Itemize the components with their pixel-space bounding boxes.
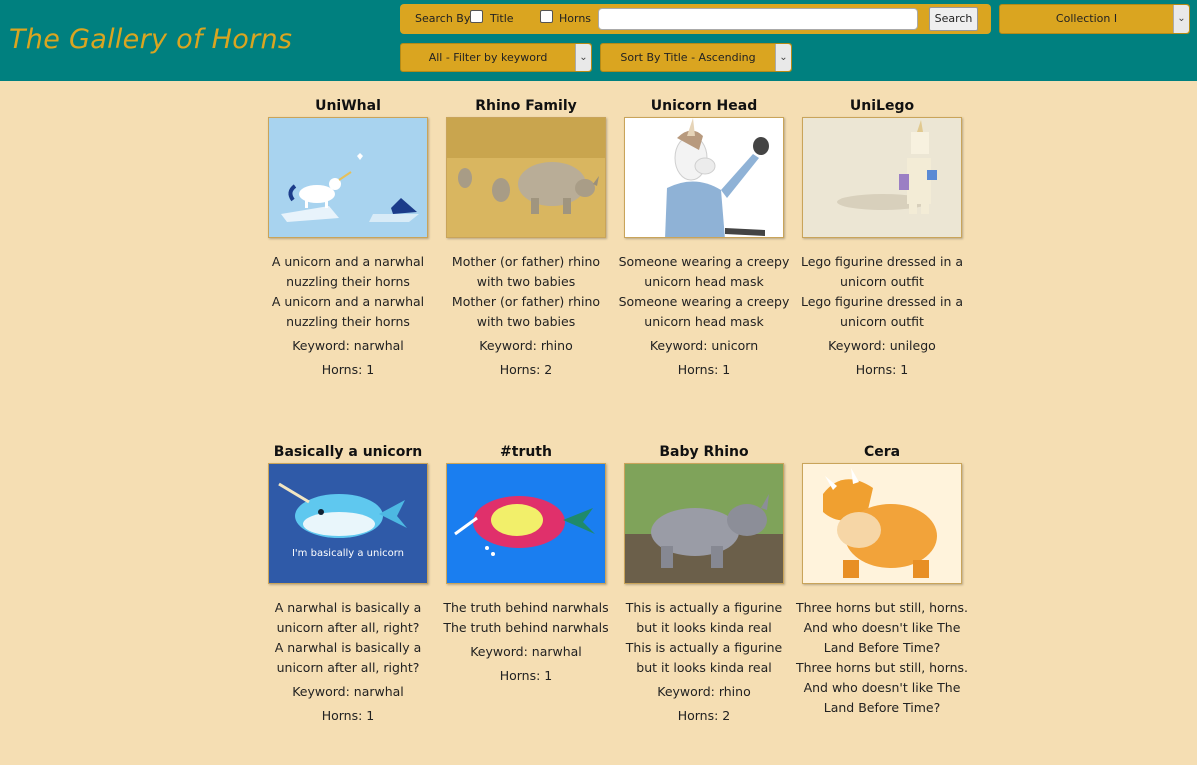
title-checkbox[interactable]	[470, 10, 483, 23]
horn-card: Cera Three horns but still, horns. And w…	[793, 443, 971, 718]
horn-card: Basically a unicorn I'm basically a unic…	[259, 443, 437, 726]
card-image: I'm basically a unicorn	[268, 463, 428, 584]
card-keyword: Keyword: rhino	[657, 684, 751, 699]
chevron-down-icon: ⌄	[1173, 5, 1189, 33]
card-description: A unicorn and a narwhal nuzzling their h…	[271, 254, 425, 289]
card-horns: Horns: 1	[499, 668, 553, 683]
card-description: The truth behind narwhals	[443, 600, 609, 615]
card-image	[624, 463, 784, 584]
card-title: UniWhal	[315, 98, 381, 114]
horns-checkbox[interactable]	[540, 10, 553, 23]
title-checkbox-label: Title	[490, 12, 514, 25]
card-image	[268, 117, 428, 238]
card-title: Cera	[863, 444, 901, 460]
search-bar: Search By: Title Horns Search	[400, 4, 991, 34]
keyword-filter-select[interactable]: All - Filter by keyword ⌄	[400, 43, 592, 72]
horn-card: UniWhal A unicorn and a narwhal nuzzling…	[259, 97, 437, 380]
horn-card: Baby Rhino This is actually a figurine b…	[615, 443, 793, 726]
card-description: Lego figurine dressed in a unicorn outfi…	[800, 254, 964, 289]
card-keyword: Keyword: narwhal	[470, 644, 582, 659]
card-title: UniLego	[849, 98, 915, 114]
card-description-repeat: This is actually a figurine but it looks…	[625, 640, 783, 675]
chevron-down-icon: ⌄	[775, 44, 791, 71]
card-horns: Horns: 1	[321, 362, 375, 377]
card-keyword: Keyword: unicorn	[649, 338, 759, 353]
search-button[interactable]: Search	[929, 7, 978, 31]
horn-card: Rhino Family Mother (or father) rhino wi…	[437, 97, 615, 380]
card-description: Three horns but still, horns. And who do…	[795, 600, 969, 655]
card-title: Basically a unicorn	[273, 444, 423, 460]
card-title: Unicorn Head	[650, 98, 758, 114]
card-description: Mother (or father) rhino with two babies	[451, 254, 601, 289]
card-title: Rhino Family	[475, 98, 577, 114]
horn-card: Unicorn Head Someone wearing a creepy un…	[615, 97, 793, 380]
card-image	[802, 463, 962, 584]
card-description: A narwhal is basically a unicorn after a…	[274, 600, 422, 635]
card-horns: Horns: 1	[677, 362, 731, 377]
card-image	[446, 117, 606, 238]
card-image	[446, 463, 606, 584]
search-input[interactable]	[598, 8, 918, 30]
card-horns: Horns: 1	[321, 708, 375, 723]
search-by-label: Search By:	[415, 12, 474, 25]
card-description-repeat: Lego figurine dressed in a unicorn outfi…	[800, 294, 964, 329]
card-description-repeat: A unicorn and a narwhal nuzzling their h…	[271, 294, 425, 329]
sort-select-value: Sort By Title - Ascending	[620, 51, 756, 64]
horn-card: UniLego Lego figurine dressed in a unico…	[793, 97, 971, 380]
card-horns: Horns: 1	[855, 362, 909, 377]
card-keyword: Keyword: narwhal	[292, 338, 404, 353]
collection-select-value: Collection I	[1055, 12, 1118, 25]
top-bar: The Gallery of Horns Search By: Title Ho…	[0, 0, 1197, 81]
card-description-repeat: The truth behind narwhals	[443, 620, 609, 635]
card-keyword: Keyword: rhino	[479, 338, 573, 353]
collection-select[interactable]: Collection I ⌄	[999, 4, 1190, 34]
horns-checkbox-label: Horns	[559, 12, 592, 25]
card-description: Someone wearing a creepy unicorn head ma…	[618, 254, 790, 289]
card-description-repeat: Three horns but still, horns. And who do…	[795, 660, 969, 715]
site-title: The Gallery of Horns	[9, 24, 293, 55]
card-keyword: Keyword: unilego	[828, 338, 936, 353]
sort-select[interactable]: Sort By Title - Ascending ⌄	[600, 43, 792, 72]
card-description-repeat: Mother (or father) rhino with two babies	[451, 294, 601, 329]
chevron-down-icon: ⌄	[575, 44, 591, 71]
card-description-repeat: Someone wearing a creepy unicorn head ma…	[618, 294, 790, 329]
card-horns: Horns: 2	[499, 362, 553, 377]
card-title: #truth	[500, 444, 552, 460]
card-image	[624, 117, 784, 238]
card-image	[802, 117, 962, 238]
keyword-filter-value: All - Filter by keyword	[428, 51, 548, 64]
horn-card: #truth The truth behind narwhals The tru…	[437, 443, 615, 686]
card-title: Baby Rhino	[659, 444, 749, 460]
card-horns: Horns: 2	[677, 708, 731, 723]
card-description: This is actually a figurine but it looks…	[625, 600, 783, 635]
card-description-repeat: A narwhal is basically a unicorn after a…	[274, 640, 422, 675]
image-caption: I'm basically a unicorn	[291, 548, 404, 559]
card-keyword: Keyword: narwhal	[292, 684, 404, 699]
